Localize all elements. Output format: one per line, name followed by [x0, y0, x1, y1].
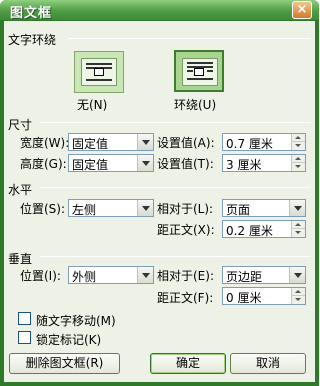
spin-down-icon[interactable]	[292, 296, 305, 304]
wrap-none-icon	[81, 58, 117, 86]
dialog-title: 图文框	[10, 6, 53, 21]
dialog-body: 文字环绕 无(N) 环绕(U) 尺寸 宽度(W): 固定值 设置值(A): 0.…	[4, 21, 315, 382]
spin-up-icon[interactable]	[292, 134, 305, 142]
wrap-around-option[interactable]	[174, 50, 224, 92]
vertical-position-select[interactable]: 外侧	[68, 266, 154, 284]
spin-up-icon[interactable]	[292, 288, 305, 296]
frame-dialog: 图文框 × 文字环绕 无(N) 环绕(U) 尺寸 宽度(W): 固定值 设置值(…	[0, 0, 319, 386]
lock-anchor-checkbox[interactable]	[18, 331, 31, 344]
height-label: 高度(G):	[20, 157, 67, 171]
spin-up-icon[interactable]	[292, 221, 305, 229]
move-with-text-label: 随文字移动(M)	[36, 314, 116, 328]
width-mode-select[interactable]: 固定值	[68, 133, 154, 151]
vertical-position-label: 位置(I):	[20, 269, 61, 283]
chevron-down-icon	[137, 155, 153, 171]
height-value-spinner[interactable]: 3 厘米	[222, 154, 306, 172]
wrap-section-title: 文字环绕	[8, 33, 57, 47]
vertical-distance-value: 0 厘米	[226, 291, 262, 305]
close-button[interactable]: ×	[292, 1, 312, 19]
spin-down-icon[interactable]	[292, 142, 305, 150]
close-icon: ×	[296, 2, 308, 17]
width-value-spinner[interactable]: 0.7 厘米	[222, 133, 306, 151]
vertical-relative-value: 页边距	[226, 270, 263, 284]
wrap-none-option[interactable]	[74, 51, 124, 93]
height-mode-select[interactable]: 固定值	[68, 154, 154, 172]
chevron-down-icon	[289, 200, 305, 216]
title-bar[interactable]: 图文框 ×	[0, 0, 319, 21]
vertical-position-value: 外侧	[72, 270, 97, 284]
chevron-down-icon	[137, 267, 153, 283]
spin-down-icon[interactable]	[292, 229, 305, 237]
horizontal-relative-value: 页面	[226, 203, 251, 217]
horizontal-relative-select[interactable]: 页面	[222, 199, 306, 217]
horizontal-separator	[40, 187, 311, 188]
wrap-around-icon	[182, 58, 218, 86]
height-value: 3 厘米	[226, 158, 262, 172]
height-setting-label: 设置值(T):	[157, 157, 214, 171]
wrap-none-label: 无(N)	[77, 98, 108, 112]
horizontal-position-value: 左侧	[72, 203, 97, 217]
horizontal-section-title: 水平	[8, 183, 33, 197]
wrap-around-label: 环绕(U)	[174, 98, 217, 112]
horizontal-distance-value: 0.2 厘米	[226, 224, 273, 238]
vertical-section-title: 垂直	[8, 252, 33, 266]
width-label: 宽度(W):	[20, 136, 70, 150]
vertical-separator	[40, 256, 311, 257]
size-section-title: 尺寸	[8, 118, 33, 132]
vertical-distance-label: 距正文(F):	[157, 291, 214, 305]
size-separator	[40, 122, 311, 123]
width-setting-label: 设置值(A):	[157, 136, 215, 150]
move-with-text-checkbox[interactable]	[18, 312, 31, 325]
chevron-down-icon	[289, 267, 305, 283]
horizontal-relative-label: 相对于(L):	[157, 202, 214, 216]
spin-up-icon[interactable]	[292, 155, 305, 163]
horizontal-distance-spinner[interactable]: 0.2 厘米	[222, 220, 306, 238]
wrap-separator	[68, 38, 311, 39]
delete-frame-button[interactable]: 删除图文框(R)	[9, 353, 120, 374]
height-mode-value: 固定值	[72, 158, 109, 172]
width-value: 0.7 厘米	[226, 137, 273, 151]
cancel-button[interactable]: 取消	[230, 353, 306, 374]
horizontal-position-select[interactable]: 左侧	[68, 199, 154, 217]
lock-anchor-label: 锁定标记(K)	[36, 333, 102, 347]
vertical-relative-select[interactable]: 页边距	[222, 266, 306, 284]
width-mode-value: 固定值	[72, 137, 109, 151]
ok-button[interactable]: 确定	[150, 353, 226, 374]
vertical-relative-label: 相对于(E):	[157, 269, 214, 283]
chevron-down-icon	[137, 134, 153, 150]
chevron-down-icon	[137, 200, 153, 216]
horizontal-distance-label: 距正文(X):	[157, 223, 215, 237]
spin-down-icon[interactable]	[292, 163, 305, 171]
horizontal-position-label: 位置(S):	[20, 202, 66, 216]
vertical-distance-spinner[interactable]: 0 厘米	[222, 287, 306, 305]
